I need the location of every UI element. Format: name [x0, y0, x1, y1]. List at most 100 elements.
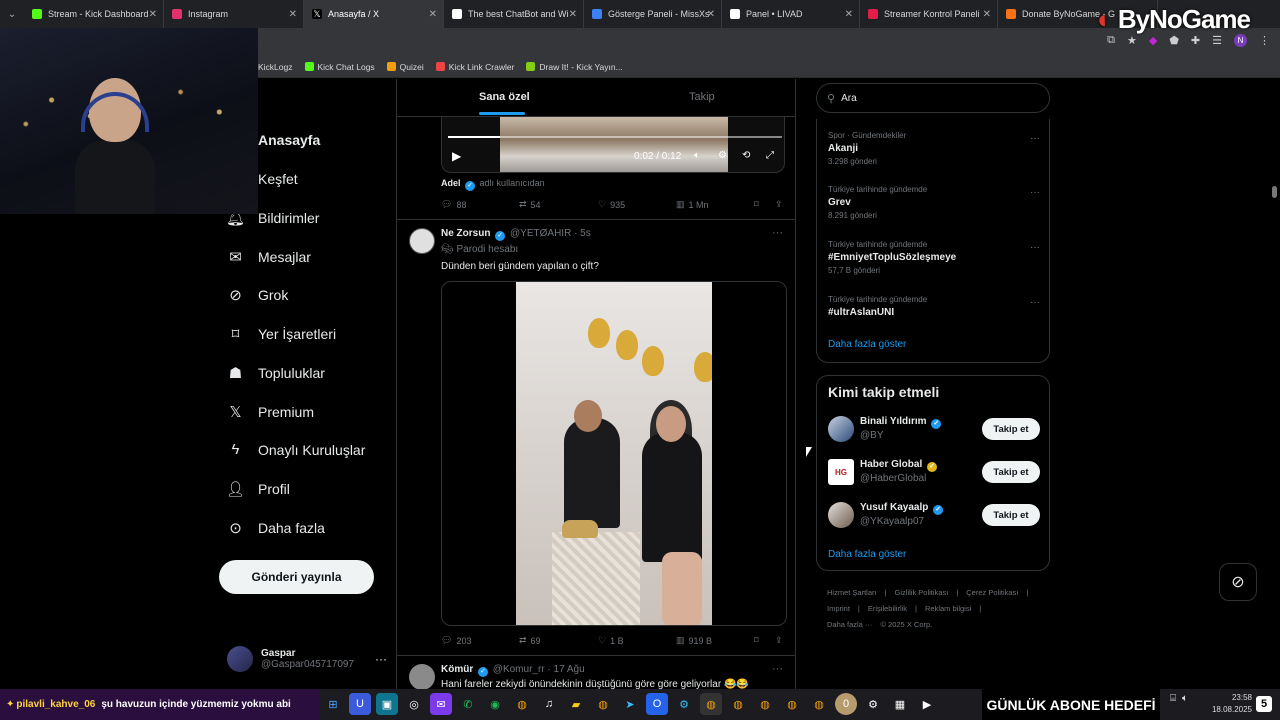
more-dots-icon[interactable]: ···: [772, 663, 783, 675]
tab-streamer-panel[interactable]: Streamer Kontrol Paneli ✕: [860, 0, 998, 28]
share-action[interactable]: ⇪: [775, 199, 783, 210]
scrollbar-thumb[interactable]: [1272, 186, 1277, 198]
loop-icon[interactable]: ⟲: [742, 150, 750, 161]
nav-verified-orgs[interactable]: ϟ Onaylı Kuruluşlar: [227, 441, 366, 458]
close-tab-icon[interactable]: ✕: [845, 9, 853, 20]
chrome-icon[interactable]: ◍: [754, 693, 776, 715]
tweet-time[interactable]: · 5s: [574, 228, 591, 239]
follow-button[interactable]: Takip et: [982, 418, 1040, 440]
footer-link[interactable]: Gizlilik Politikası: [895, 588, 949, 597]
tweet-author-name[interactable]: Kömür: [441, 664, 473, 675]
nav-bookmarks[interactable]: ⌑ Yer İşaretleri: [227, 325, 336, 343]
close-tab-icon[interactable]: ✕: [569, 9, 577, 20]
bookmark-kicklogz[interactable]: KickLogz: [258, 62, 293, 72]
retweet-action[interactable]: ⇄ 69: [519, 635, 541, 646]
more-dots-icon[interactable]: ···: [772, 227, 783, 239]
tweet-time[interactable]: · 17 Ağu: [547, 664, 584, 675]
tweet-author-handle[interactable]: @Komur_rr: [493, 664, 545, 675]
outlook-icon[interactable]: O: [646, 693, 668, 715]
tweet-avatar[interactable]: [409, 664, 435, 689]
chrome-icon[interactable]: ◍: [808, 693, 830, 715]
share-action[interactable]: ⇪: [775, 635, 783, 646]
footer-link[interactable]: Erişilebilirlik: [868, 604, 907, 613]
suggestion-avatar[interactable]: [828, 416, 854, 442]
whatsapp-icon[interactable]: ✆: [457, 693, 479, 715]
nav-grok[interactable]: ⊘ Grok: [227, 286, 288, 304]
media-icon[interactable]: ▶: [916, 693, 938, 715]
follow-show-more-link[interactable]: Daha fazla göster: [828, 549, 906, 560]
reading-list-icon[interactable]: ☰: [1212, 34, 1222, 47]
search-box[interactable]: ⚲: [816, 83, 1050, 113]
profile-avatar[interactable]: N: [1234, 34, 1247, 47]
suggestion-avatar[interactable]: HG: [828, 459, 854, 485]
bookmark-action[interactable]: ⌑: [754, 199, 759, 210]
nav-premium[interactable]: 𝕏 Premium: [227, 403, 314, 421]
footer-link[interactable]: Hizmet Şartları: [827, 588, 877, 597]
search-input[interactable]: [841, 92, 1022, 104]
tab-kick-dashboard[interactable]: Stream - Kick Dashboard ✕: [24, 0, 164, 28]
footer-more-link[interactable]: Daha fazla ···: [827, 620, 872, 629]
spotify-icon[interactable]: ◉: [484, 693, 506, 715]
retweet-action[interactable]: ⇄ 54: [519, 199, 541, 210]
nav-communities[interactable]: ☗ Topluluklar: [227, 364, 325, 382]
tab-livad[interactable]: Panel • LIVAD ✕: [722, 0, 860, 28]
suggestion-row[interactable]: Binali Yıldırım ✓ @BY Takip et: [828, 416, 1040, 444]
tab-for-you[interactable]: Sana özel: [479, 91, 530, 103]
follow-button[interactable]: Takip et: [982, 461, 1040, 483]
follow-button[interactable]: Takip et: [982, 504, 1040, 526]
more-dots-icon[interactable]: ···: [1030, 133, 1040, 144]
star-icon[interactable]: ★: [1127, 34, 1137, 47]
browser-menu-icon[interactable]: ⋮: [1259, 34, 1270, 47]
close-tab-icon[interactable]: ✕: [707, 9, 715, 20]
bookmark-action[interactable]: ⌑: [754, 635, 759, 646]
extension-shield-icon[interactable]: ⬟: [1169, 34, 1179, 47]
reply-action[interactable]: 💬︎ 203: [441, 635, 471, 646]
app-icon[interactable]: ♫: [538, 693, 560, 715]
footer-link[interactable]: Imprint: [827, 604, 850, 613]
nav-more[interactable]: ⊙ Daha fazla: [227, 519, 325, 537]
chrome-icon[interactable]: ◍: [511, 693, 533, 715]
grok-floating-button[interactable]: ⊘: [1219, 563, 1257, 601]
app-icon[interactable]: ⚙: [673, 693, 695, 715]
github-icon[interactable]: ◎: [403, 693, 425, 715]
more-dots-icon[interactable]: ···: [1030, 242, 1040, 253]
bookmark-quizei[interactable]: Quizei: [386, 62, 424, 72]
tweet-avatar[interactable]: [409, 228, 435, 254]
tweet-author-handle[interactable]: @YETØAHIR: [510, 228, 571, 239]
app-icon[interactable]: ▣: [376, 693, 398, 715]
cast-icon[interactable]: ⧉: [1107, 34, 1115, 47]
more-dots-icon[interactable]: ···: [1030, 297, 1040, 308]
volume-icon[interactable]: 🔈︎: [1182, 693, 1188, 704]
like-action[interactable]: ♡ 935: [598, 199, 625, 210]
app-icon[interactable]: ▦: [889, 693, 911, 715]
notification-badge[interactable]: 5: [1256, 696, 1272, 712]
suggestion-avatar[interactable]: [828, 502, 854, 528]
tweet-author-name[interactable]: Ne Zorsun: [441, 228, 490, 239]
volume-icon[interactable]: 🔈︎: [694, 150, 700, 161]
tab-instagram[interactable]: Instagram ✕: [164, 0, 304, 28]
close-tab-icon[interactable]: ✕: [983, 9, 991, 20]
tweet-media[interactable]: [441, 281, 787, 626]
trends-show-more-link[interactable]: Daha fazla göster: [828, 339, 906, 350]
tab-following[interactable]: Takip: [689, 91, 715, 103]
suggestion-row[interactable]: Yusuf Kayaalp ✓ @YKayaalp07 Takip et: [828, 502, 1040, 530]
like-action[interactable]: ♡ 1 B: [598, 635, 624, 646]
post-button[interactable]: Gönderi yayınla: [219, 560, 374, 594]
steam-icon[interactable]: ⚙: [862, 693, 884, 715]
extensions-puzzle-icon[interactable]: ✚: [1191, 34, 1200, 47]
tab-missxs[interactable]: Gösterge Paneli - MissXs ✕: [584, 0, 722, 28]
bookmark-kick-link-crawler[interactable]: Kick Link Crawler: [435, 62, 514, 72]
tweet-video-player[interactable]: ▶ 0:02 / 0:12 🔈︎ ⚙ ⟲ ⤢: [441, 117, 785, 173]
views-action[interactable]: ▥ 1 Mn: [676, 199, 709, 210]
chrome-icon[interactable]: ◍: [592, 693, 614, 715]
fullscreen-icon[interactable]: ⤢: [766, 150, 774, 161]
nav-profile[interactable]: 👤︎ Profil: [226, 480, 290, 498]
tab-chatbot[interactable]: The best ChatBot and Wi ✕: [444, 0, 584, 28]
network-icon[interactable]: ⌸: [1170, 693, 1176, 704]
views-action[interactable]: ▥ 919 B: [676, 635, 712, 646]
play-icon[interactable]: ▶: [452, 149, 461, 163]
windows-start-icon[interactable]: ⊞: [322, 693, 344, 715]
close-tab-icon[interactable]: ✕: [149, 9, 157, 20]
suggestion-row[interactable]: HG Haber Global ✓ @HaberGlobal Takip et: [828, 459, 1040, 487]
nav-messages[interactable]: ✉ Mesajlar: [227, 248, 311, 266]
